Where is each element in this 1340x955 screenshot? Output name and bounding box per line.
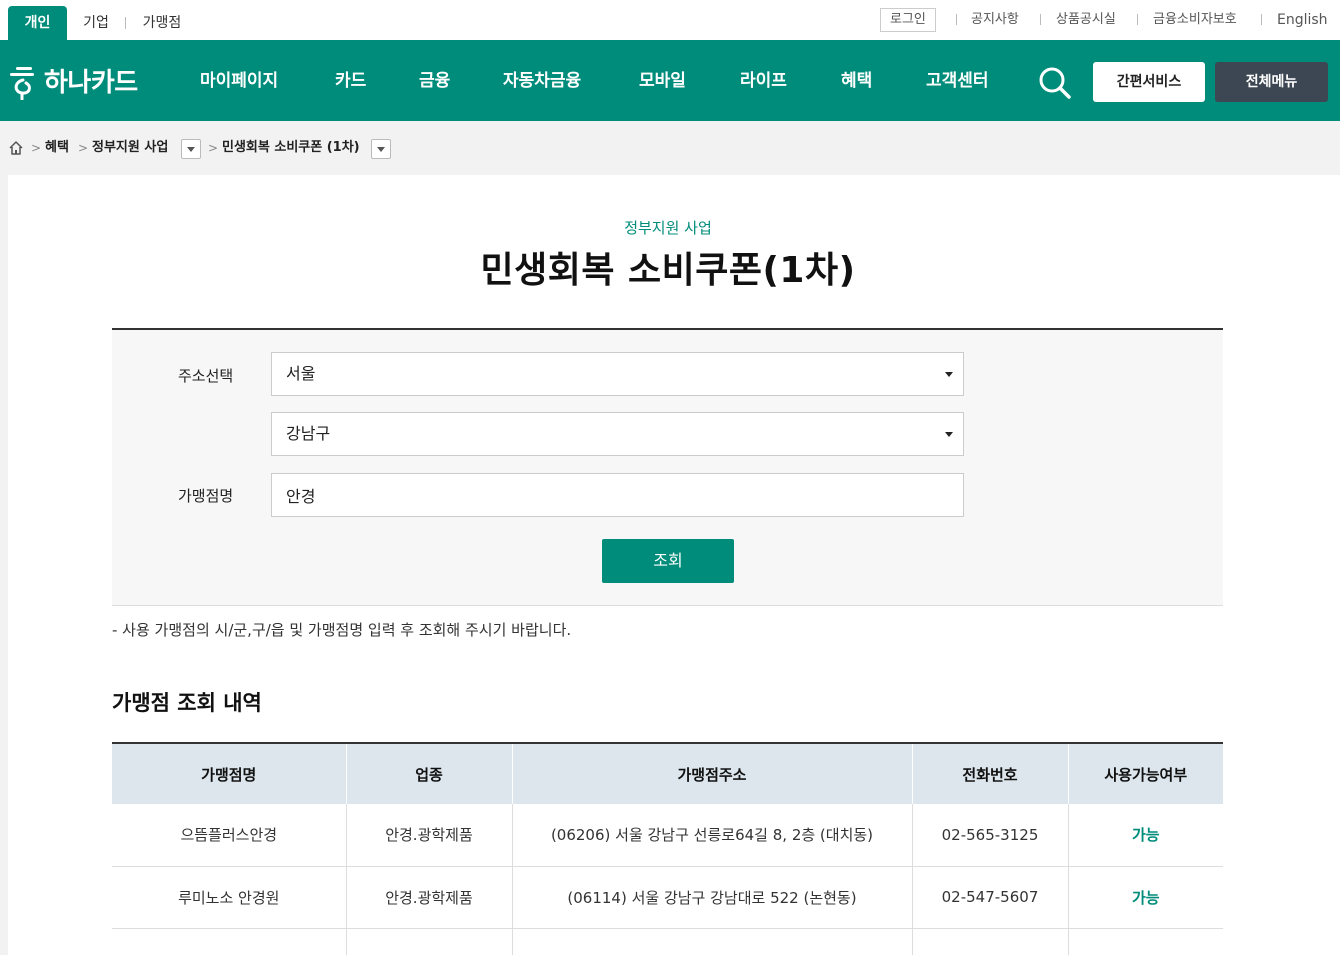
table-row: 루미노소 안경원 안경.광학제품 (06114) 서울 강남구 강남대로 522… [112,866,1223,929]
english-link[interactable]: English [1277,10,1328,30]
breadcrumb-level3[interactable]: 민생회복 소비쿠폰 (1차) [222,140,360,156]
util-divider [1040,14,1041,25]
nav-benefits[interactable]: 혜택 [841,69,872,93]
breadcrumb-separator: > [208,141,219,155]
table-row-partial [112,928,1223,955]
district-select-value: 강남구 [286,424,331,443]
breadcrumb-level3-dropdown[interactable] [371,139,391,159]
main-content: 정부지원 사업 민생회복 소비쿠폰(1차) 주소선택 서울 강남구 가맹점명 조… [8,175,1340,955]
tab-merchant[interactable]: 가맹점 [132,6,192,40]
search-notice: - 사용 가맹점의 시/군,구/읍 및 가맹점명 입력 후 조회해 주시기 바랍… [112,621,572,639]
search-submit-button[interactable]: 조회 [602,539,734,583]
business-type-cell: 안경.광학제품 [345,804,512,867]
district-select[interactable]: 강남구 [271,412,964,456]
tab-divider [125,17,126,29]
business-type-cell: 안경.광학제품 [345,866,512,929]
column-header: 사용가능여부 [1067,743,1223,804]
store-name-cell: 으뜸플러스안경 [112,804,346,867]
quick-service-button[interactable]: 간편서비스 [1093,62,1205,102]
chevron-down-icon [945,372,953,377]
breadcrumb-level2[interactable]: 정부지원 사업 [92,140,168,156]
hana-logo-icon [10,67,34,100]
table-row: 으뜸플러스안경 안경.광학제품 (06206) 서울 강남구 선릉로64길 8,… [112,804,1223,867]
home-icon[interactable] [8,140,24,156]
breadcrumb-level2-dropdown[interactable] [181,139,201,159]
phone-cell: 02-565-3125 [911,804,1068,867]
store-address-cell: (06206) 서울 강남구 선릉로64길 8, 2층 (대치동) [511,804,912,867]
nav-auto-finance[interactable]: 자동차금융 [503,69,581,93]
search-form: 주소선택 서울 강남구 가맹점명 조회 [112,328,1223,606]
page-subtitle: 정부지원 사업 [624,219,712,237]
availability-cell: 가능 [1067,804,1223,867]
util-divider [956,14,957,25]
hana-card-logo[interactable]: 하나카드 [8,60,138,100]
nav-mypage[interactable]: 마이페이지 [200,69,278,93]
nav-mobile[interactable]: 모바일 [639,69,686,93]
product-disclosure-link[interactable]: 상품공시실 [1056,10,1116,30]
address-label: 주소선택 [178,367,234,385]
city-select-value: 서울 [286,364,316,383]
column-header: 가맹점주소 [511,743,912,804]
column-header: 업종 [345,743,512,804]
results-title: 가맹점 조회 내역 [112,691,262,715]
util-divider [1261,14,1262,25]
nav-life[interactable]: 라이프 [740,69,787,93]
notice-link[interactable]: 공지사항 [971,10,1019,30]
availability-cell: 가능 [1067,866,1223,929]
nav-customer-center[interactable]: 고객센터 [926,69,989,93]
tab-business[interactable]: 기업 [72,6,120,40]
page-title: 민생회복 소비쿠폰(1차) [480,250,856,291]
util-divider [1137,14,1138,25]
search-icon[interactable] [1036,64,1074,102]
results-table: 가맹점명 업종 가맹점주소 전화번호 사용가능여부 으뜸플러스안경 안경.광학제… [112,742,1223,955]
login-button[interactable]: 로그인 [880,8,936,32]
all-menu-button[interactable]: 전체메뉴 [1215,62,1328,102]
breadcrumb-separator: > [31,141,42,155]
store-name-label: 가맹점명 [178,487,234,505]
store-name-cell: 루미노소 안경원 [112,866,346,929]
nav-card[interactable]: 카드 [335,69,366,93]
chevron-down-icon [945,432,953,437]
phone-cell: 02-547-5607 [911,866,1068,929]
table-header-row: 가맹점명 업종 가맹점주소 전화번호 사용가능여부 [112,743,1223,804]
breadcrumb-level1[interactable]: 혜택 [45,140,69,156]
store-name-input[interactable] [271,473,964,517]
brand-name: 하나카드 [44,67,138,98]
tab-personal[interactable]: 개인 [8,6,67,40]
utility-bar: 개인 기업 가맹점 로그인 공지사항 상품공시실 금융소비자보호 English [0,0,1340,40]
store-address-cell: (06114) 서울 강남구 강남대로 522 (논현동) [511,866,912,929]
breadcrumb: > 혜택 > 정부지원 사업 > 민생회복 소비쿠폰 (1차) [0,121,1340,175]
nav-finance[interactable]: 금융 [419,69,450,93]
column-header: 가맹점명 [112,743,346,804]
consumer-protection-link[interactable]: 금융소비자보호 [1153,10,1237,30]
column-header: 전화번호 [911,743,1068,804]
breadcrumb-separator: > [78,141,89,155]
city-select[interactable]: 서울 [271,352,964,396]
